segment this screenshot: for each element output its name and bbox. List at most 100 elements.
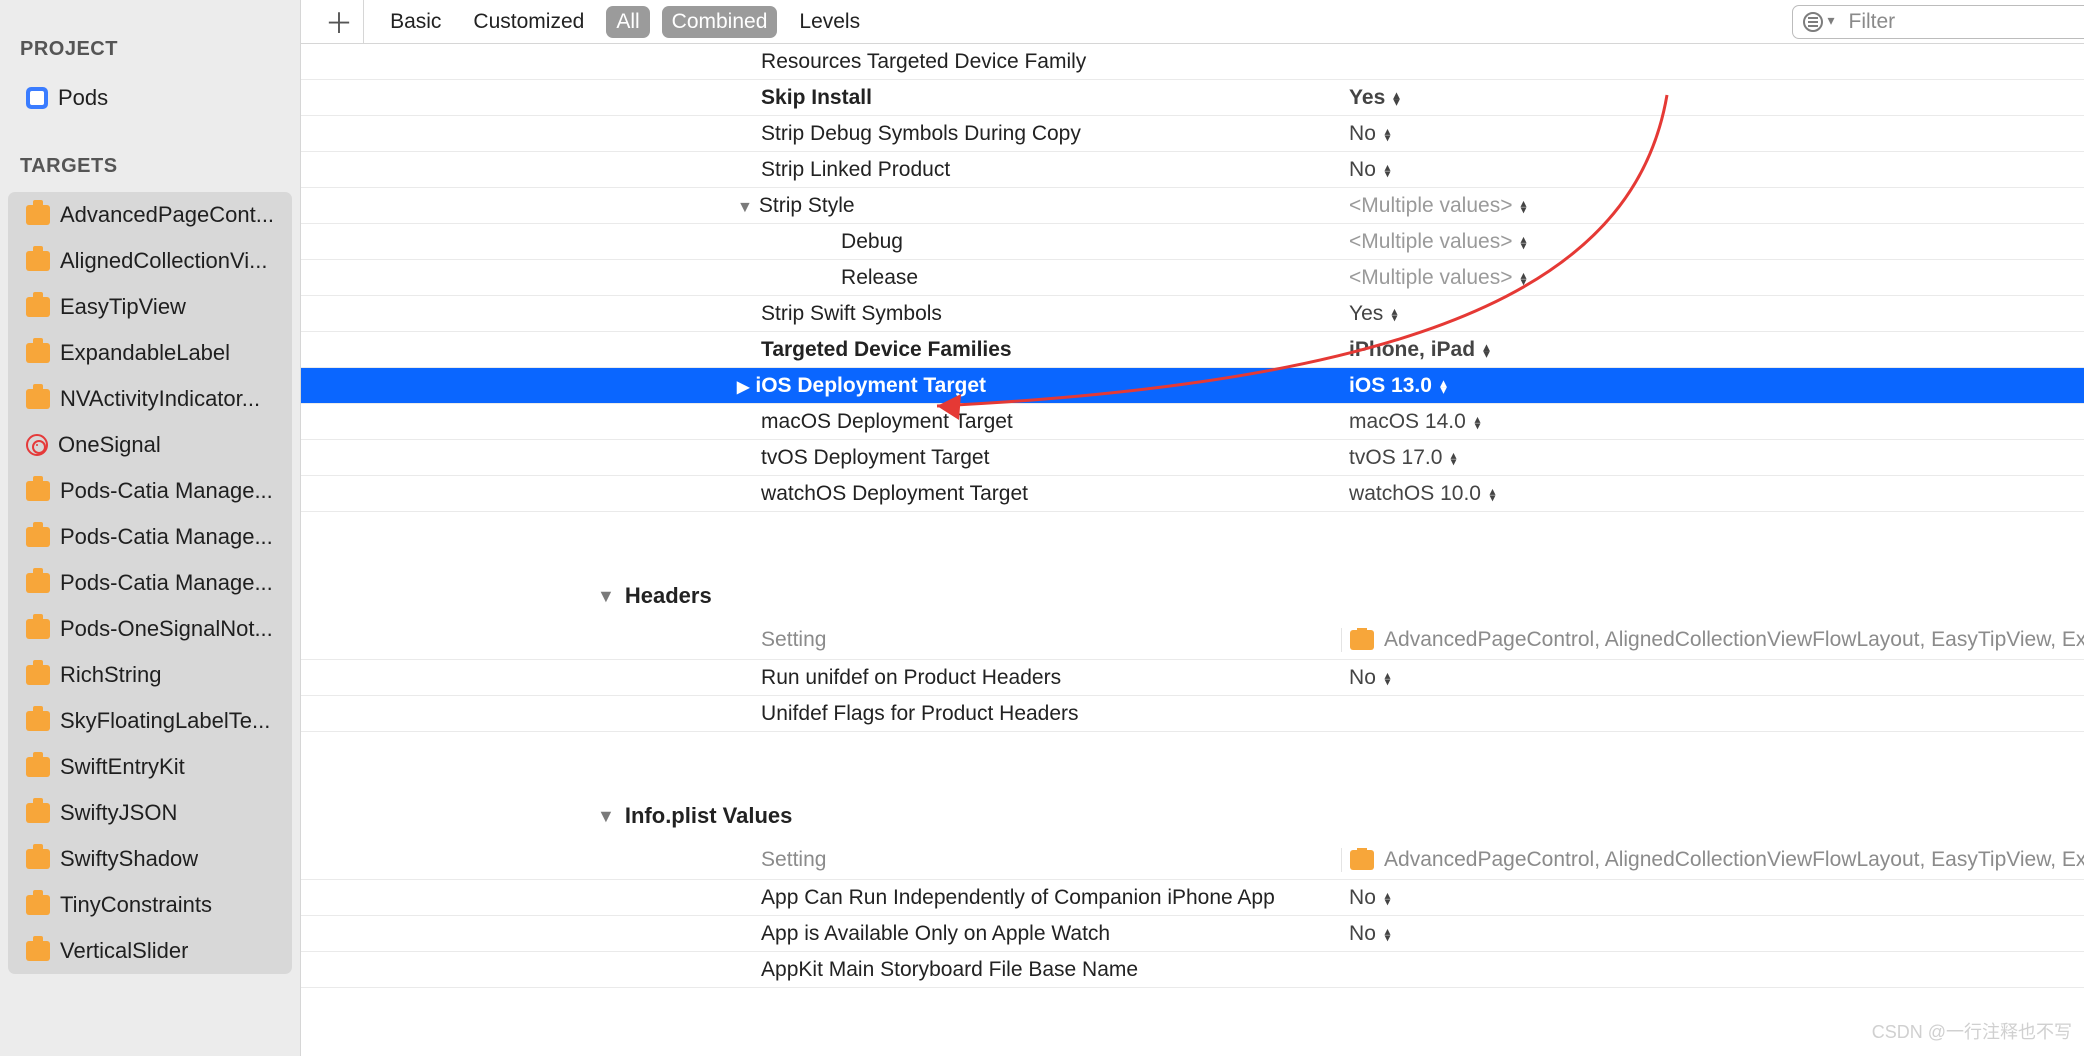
deployment-settings-table: Resources Targeted Device FamilySkip Ins… <box>301 44 2084 512</box>
setting-row[interactable]: watchOS Deployment Target watchOS 10.0▴▾ <box>301 476 2084 512</box>
filter-placeholder: Filter <box>1849 10 1896 34</box>
watermark: CSDN @一行注释也不写 <box>1872 1018 2072 1044</box>
scope-tab-combined[interactable]: Combined <box>662 6 778 38</box>
infoplist-section-header[interactable]: ▼ Info.plist Values <box>301 792 2084 840</box>
target-label: OneSignal <box>58 432 161 458</box>
setting-value[interactable]: Yes▴▾ <box>1349 302 2084 326</box>
setting-label: AppKit Main Storyboard File Base Name <box>761 958 1138 981</box>
chevron-down-icon[interactable]: ▼ <box>737 199 759 216</box>
headers-rows: Run unifdef on Product Headers No▴▾ Unifde… <box>301 660 2084 732</box>
chevron-right-icon[interactable]: ▶ <box>737 379 755 396</box>
toolbox-icon <box>26 619 50 639</box>
toolbox-icon <box>26 895 50 915</box>
setting-value[interactable]: <Multiple values>▴▾ <box>1349 194 2084 218</box>
toolbox-icon <box>26 849 50 869</box>
target-item[interactable]: Pods-Catia Manage... <box>8 514 292 560</box>
setting-row[interactable]: AppKit Main Storyboard File Base Name <box>301 952 2084 988</box>
setting-row[interactable]: Skip InstallYes▴▾ <box>301 80 2084 116</box>
stepper-icon: ▴▾ <box>1489 487 1495 501</box>
target-label: EasyTipView <box>60 294 186 320</box>
setting-value[interactable]: iOS 13.0▴▾ <box>1349 374 2084 398</box>
setting-row[interactable]: macOS Deployment TargetmacOS 14.0▴▾ <box>301 404 2084 440</box>
setting-row[interactable]: App is Available Only on Apple WatchNo▴▾ <box>301 916 2084 952</box>
setting-value[interactable]: No▴▾ <box>1349 886 2084 910</box>
setting-value[interactable]: iPhone, iPad▴▾ <box>1349 338 2084 362</box>
infoplist-column-header: Setting AdvancedPageControl, AlignedColl… <box>301 840 2084 880</box>
scope-tab-all[interactable]: All <box>606 6 649 38</box>
setting-row[interactable]: Strip Swift SymbolsYes▴▾ <box>301 296 2084 332</box>
target-label: SwiftyJSON <box>60 800 177 826</box>
target-label: SwiftEntryKit <box>60 754 185 780</box>
target-item[interactable]: TinyConstraints <box>8 882 292 928</box>
setting-label: watchOS Deployment Target <box>761 482 1028 505</box>
setting-value[interactable]: <Multiple values>▴▾ <box>1349 266 2084 290</box>
target-item[interactable]: EasyTipView <box>8 284 292 330</box>
setting-row[interactable]: Resources Targeted Device Family <box>301 44 2084 80</box>
target-item[interactable]: SwiftyJSON <box>8 790 292 836</box>
target-item[interactable]: SwiftEntryKit <box>8 744 292 790</box>
toolbox-icon <box>26 665 50 685</box>
target-item[interactable]: AlignedCollectionVi... <box>8 238 292 284</box>
target-item[interactable]: SwiftyShadow <box>8 836 292 882</box>
setting-row[interactable]: Release <Multiple values>▴▾ <box>301 260 2084 296</box>
setting-row[interactable]: ▶iOS Deployment TargetiOS 13.0▴▾ <box>301 368 2084 404</box>
setting-label: Release <box>841 266 918 289</box>
setting-label: Debug <box>841 230 903 253</box>
setting-label: App Can Run Independently of Companion i… <box>761 886 1275 909</box>
setting-label: Run unifdef on Product Headers <box>761 666 1061 689</box>
target-label: VerticalSlider <box>60 938 188 964</box>
project-item[interactable]: Pods <box>8 75 292 121</box>
scope-tab-customized[interactable]: Customized <box>463 6 594 38</box>
stepper-icon: ▴▾ <box>1474 415 1480 429</box>
setting-row[interactable]: Debug <Multiple values>▴▾ <box>301 224 2084 260</box>
setting-value[interactable]: macOS 14.0▴▾ <box>1349 410 2084 434</box>
setting-row[interactable]: App Can Run Independently of Companion i… <box>301 880 2084 916</box>
setting-value[interactable]: <Multiple values>▴▾ <box>1349 230 2084 254</box>
setting-value[interactable]: No▴▾ <box>1349 122 2084 146</box>
target-item[interactable]: SkyFloatingLabelTe... <box>8 698 292 744</box>
setting-label: Strip Linked Product <box>761 158 950 181</box>
setting-row[interactable]: tvOS Deployment TargettvOS 17.0▴▾ <box>301 440 2084 476</box>
target-item[interactable]: Pods-OneSignalNot... <box>8 606 292 652</box>
target-label: Pods-Catia Manage... <box>60 478 273 504</box>
toolbox-icon <box>26 757 50 777</box>
target-item[interactable]: OneSignal <box>8 422 292 468</box>
target-item[interactable]: Pods-Catia Manage... <box>8 468 292 514</box>
setting-value[interactable]: No▴▾ <box>1349 666 2084 690</box>
setting-row[interactable]: Strip Debug Symbols During Copy No▴▾ <box>301 116 2084 152</box>
setting-value[interactable]: watchOS 10.0▴▾ <box>1349 482 2084 506</box>
target-item[interactable]: Pods-Catia Manage... <box>8 560 292 606</box>
setting-row[interactable]: Targeted Device FamiliesiPhone, iPad▴▾ <box>301 332 2084 368</box>
headers-section-header[interactable]: ▼ Headers <box>301 572 2084 620</box>
target-label: TinyConstraints <box>60 892 212 918</box>
setting-value[interactable]: tvOS 17.0▴▾ <box>1349 446 2084 470</box>
target-item[interactable]: RichString <box>8 652 292 698</box>
setting-value[interactable]: No▴▾ <box>1349 158 2084 182</box>
toolbox-icon <box>26 205 50 225</box>
target-label: Pods-OneSignalNot... <box>60 616 273 642</box>
target-item[interactable]: VerticalSlider <box>8 928 292 974</box>
setting-row[interactable]: Strip Linked Product No▴▾ <box>301 152 2084 188</box>
stepper-icon: ▴▾ <box>1384 163 1390 177</box>
target-item[interactable]: ExpandableLabel <box>8 330 292 376</box>
scope-tabs: Basic Customized All Combined Levels <box>380 6 870 38</box>
stepper-icon: ▴▾ <box>1384 127 1390 141</box>
setting-value[interactable]: Yes▴▾ <box>1349 86 2084 110</box>
target-label: NVActivityIndicator... <box>60 386 260 412</box>
add-button[interactable]: ＋ <box>315 0 364 43</box>
target-item[interactable]: AdvancedPageCont... <box>8 192 292 238</box>
filter-field[interactable]: Filter <box>1792 5 2084 39</box>
scope-tab-levels[interactable]: Levels <box>789 6 870 38</box>
target-item[interactable]: NVActivityIndicator... <box>8 376 292 422</box>
setting-value[interactable]: No▴▾ <box>1349 922 2084 946</box>
setting-row[interactable]: Unifdef Flags for Product Headers <box>301 696 2084 732</box>
infoplist-rows: App Can Run Independently of Companion i… <box>301 880 2084 988</box>
setting-row[interactable]: Run unifdef on Product Headers No▴▾ <box>301 660 2084 696</box>
setting-label: Strip Style <box>759 194 855 217</box>
setting-label: Strip Debug Symbols During Copy <box>761 122 1081 145</box>
stepper-icon: ▴▾ <box>1384 671 1390 685</box>
filter-icon <box>1803 12 1823 32</box>
scope-tab-basic[interactable]: Basic <box>380 6 451 38</box>
setting-row[interactable]: ▼Strip Style <Multiple values>▴▾ <box>301 188 2084 224</box>
target-label: SwiftyShadow <box>60 846 198 872</box>
